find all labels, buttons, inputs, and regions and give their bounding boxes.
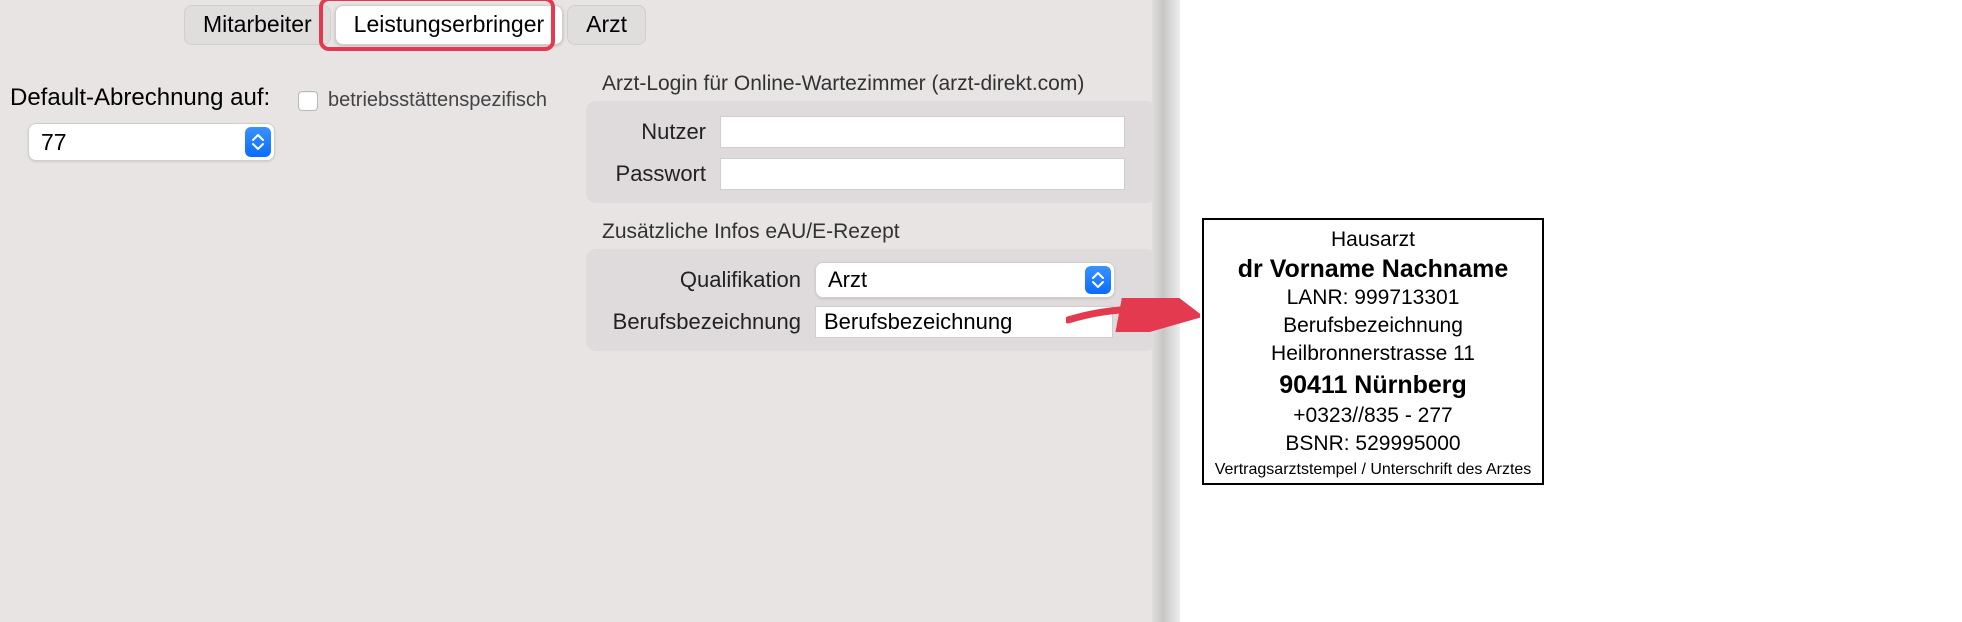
stamp-footer: Vertragsarztstempel / Unterschrift des A… [1204,461,1542,479]
qualification-label: Qualifikation [586,267,801,293]
stamp-jobtitle: Berufsbezeichnung [1204,312,1542,340]
panel-side-shadow [1152,0,1180,622]
stamp-street: Heilbronnerstrasse 11 [1204,340,1542,368]
default-billing-select[interactable]: 77 [28,123,275,161]
stamp-name: dr Vorname Nachname [1204,254,1542,284]
user-input[interactable] [720,116,1125,148]
default-billing-value: 77 [29,129,245,156]
site-specific-checkbox[interactable]: betriebsstättenspezifisch [298,89,547,112]
stamp-role: Hausarzt [1204,226,1542,254]
tab-bar: Mitarbeiter Leistungserbringer Arzt [184,5,650,45]
stamp-bsnr: BSNR: 529995000 [1204,430,1542,458]
qualification-select[interactable]: Arzt [815,262,1115,298]
arzt-login-title: Arzt-Login für Online-Wartezimmer (arzt-… [602,72,1084,96]
extra-info-title: Zusätzliche Infos eAU/E-Rezept [602,220,900,244]
stamp-lanr: LANR: 999713301 [1204,284,1542,312]
stamp-phone: +0323//835 - 277 [1204,402,1542,430]
doctor-stamp-preview: Hausarzt dr Vorname Nachname LANR: 99971… [1202,218,1544,485]
extra-info-group: Zusätzliche Infos eAU/E-Rezept Qualifika… [586,249,1156,351]
site-specific-checkbox-label: betriebsstättenspezifisch [328,89,547,112]
updown-icon [1085,266,1111,294]
user-label: Nutzer [586,119,706,145]
updown-icon [245,127,271,157]
arzt-login-group: Arzt-Login für Online-Wartezimmer (arzt-… [586,101,1156,203]
settings-panel: Mitarbeiter Leistungserbringer Arzt Defa… [0,0,1180,622]
password-label: Passwort [586,161,706,187]
checkbox-icon [298,91,318,111]
default-billing-label: Default-Abrechnung auf: [10,84,270,112]
password-input[interactable] [720,158,1125,190]
tab-leistungserbringer[interactable]: Leistungserbringer [335,5,564,45]
jobtitle-label: Berufsbezeichnung [586,309,801,335]
qualification-value: Arzt [816,267,1085,293]
jobtitle-input[interactable] [815,306,1113,338]
stamp-city: 90411 Nürnberg [1204,368,1542,402]
tab-arzt[interactable]: Arzt [567,5,646,45]
tab-mitarbeiter[interactable]: Mitarbeiter [184,5,331,45]
